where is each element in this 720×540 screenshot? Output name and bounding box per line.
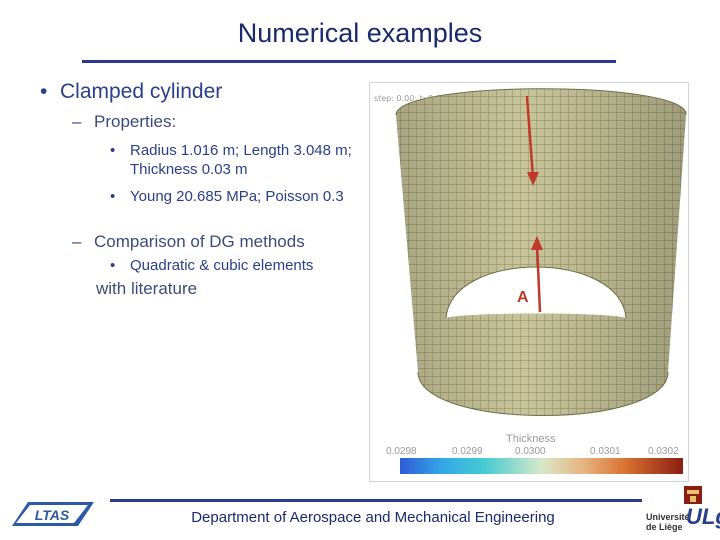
colorbar-tick: 0.0302: [648, 446, 679, 457]
colorbar-title: Thickness: [506, 433, 556, 445]
ltas-logo: LTAS: [12, 502, 94, 526]
colorbar-tick: 0.0299: [452, 446, 483, 457]
point-a-label: A: [517, 289, 529, 306]
ulg-letters: ULg: [686, 504, 720, 529]
ulg-name: Université de Liège: [646, 512, 690, 532]
thickness-colorbar: [400, 458, 683, 474]
footer-rule: [110, 499, 642, 502]
colorbar-tick: 0.0298: [386, 446, 417, 457]
colorbar-tick: 0.0301: [590, 446, 621, 457]
footer-department: Department of Aerospace and Mechanical E…: [191, 509, 555, 526]
colorbar-tick: 0.0300: [515, 446, 546, 457]
svg-text:LTAS: LTAS: [35, 507, 70, 523]
